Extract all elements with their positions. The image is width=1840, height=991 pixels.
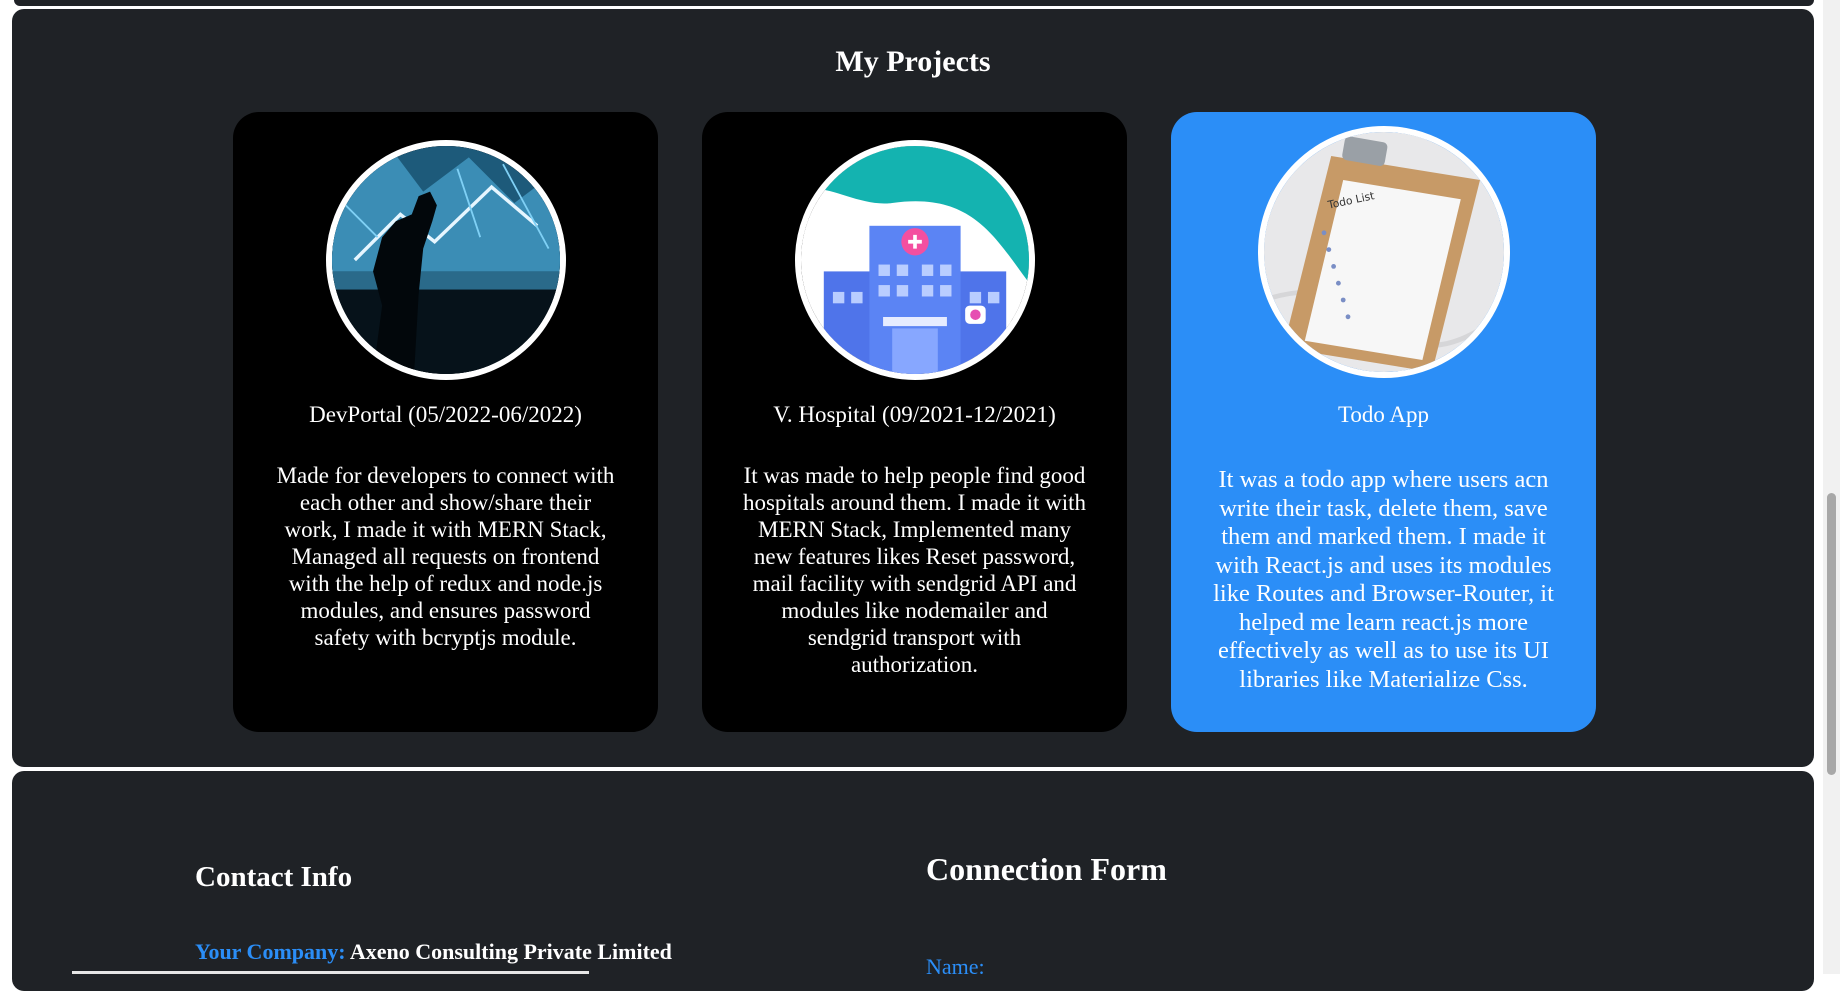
project-card-todo-app[interactable]: Todo List Todo App It was a todo app whe… (1171, 112, 1596, 732)
project-description: Made for developers to connect with each… (276, 463, 615, 650)
section-title: My Projects (835, 45, 991, 78)
person-silhouette-tech-image (331, 146, 560, 374)
project-description: It was a todo app where users acn write … (1213, 466, 1554, 693)
clipboard-todo-list-image: Todo List (1263, 132, 1504, 372)
projects-section: My Projects DevPortal (05/2022-06/2022) … (12, 9, 1814, 767)
project-image (325, 140, 566, 380)
project-title: Todo App (1337, 402, 1430, 427)
project-title: V. Hospital (09/2021-12/2021) (773, 402, 1056, 427)
company-label: Your Company: (195, 939, 346, 964)
contact-info-title: Contact Info (195, 861, 353, 893)
contact-section: Contact Info Your Company: Axeno Consult… (12, 771, 1814, 991)
company-info: Your Company: Axeno Consulting Private L… (195, 939, 672, 965)
page-scrollbar[interactable] (1823, 0, 1840, 974)
project-description: It was made to help people find good hos… (742, 463, 1087, 677)
project-image (794, 140, 1035, 380)
connection-form-title: Connection Form (926, 851, 1167, 887)
company-value: Axeno Consulting Private Limited (349, 939, 672, 964)
name-field-label: Name: (926, 954, 985, 979)
project-image: Todo List (1257, 126, 1510, 378)
project-card-v-hospital[interactable]: V. Hospital (09/2021-12/2021) It was mad… (702, 112, 1127, 732)
scrollbar-thumb[interactable] (1827, 493, 1836, 775)
project-title: DevPortal (05/2022-06/2022) (309, 402, 582, 427)
project-card-devportal[interactable]: DevPortal (05/2022-06/2022) Made for dev… (233, 112, 658, 732)
hospital-building-illustration (800, 146, 1029, 374)
previous-section-edge (14, 0, 1814, 6)
